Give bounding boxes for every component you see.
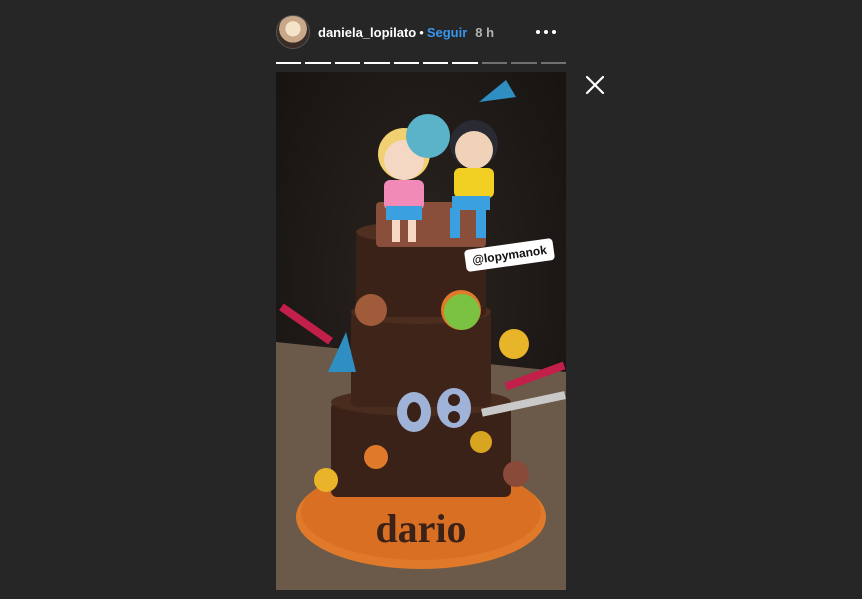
separator-dot: • <box>419 24 424 40</box>
progress-segment <box>481 62 508 64</box>
progress-segment <box>423 62 449 64</box>
progress-segment <box>452 62 478 64</box>
progress-segment <box>540 62 567 64</box>
username-link[interactable]: daniela_lopilato <box>318 25 416 40</box>
avatar[interactable] <box>276 15 310 49</box>
story-header: daniela_lopilato • Seguir 8 h <box>276 14 566 50</box>
progress-segment <box>393 62 420 64</box>
progress-segment <box>364 62 390 64</box>
cake-name-text: dario <box>375 506 466 551</box>
cake-photo: dario <box>276 72 566 590</box>
progress-segment <box>334 62 361 64</box>
progress-segment <box>511 62 537 64</box>
progress-segment <box>305 62 331 64</box>
story-progress-bar <box>276 62 567 64</box>
close-icon[interactable] <box>584 74 606 96</box>
timestamp: 8 h <box>475 24 495 40</box>
more-dots-icon[interactable] <box>536 22 556 42</box>
progress-segment <box>276 62 302 64</box>
follow-button[interactable]: Seguir <box>427 25 467 40</box>
story-image[interactable]: dario <box>276 72 566 590</box>
